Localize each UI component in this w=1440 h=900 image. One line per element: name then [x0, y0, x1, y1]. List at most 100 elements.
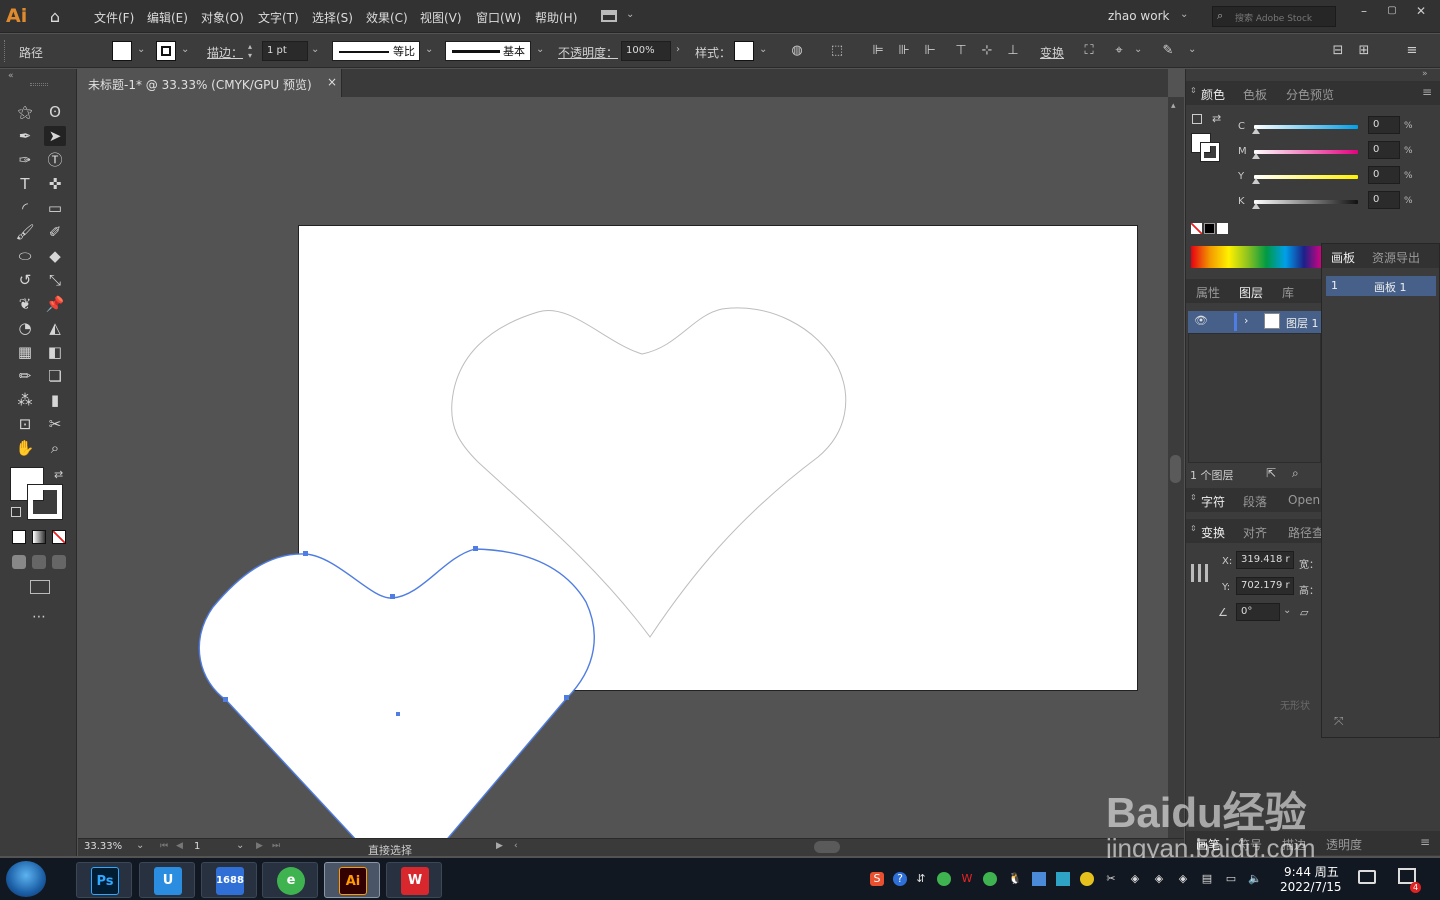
menu-file[interactable]: 文件(F) [94, 9, 134, 26]
vertical-scrollbar[interactable]: ▴ [1168, 97, 1184, 838]
blend-icon[interactable]: ❏ [44, 366, 66, 386]
more-tools-icon[interactable]: ⋯ [32, 609, 46, 625]
monitor-icon[interactable]: ▭ [1224, 872, 1238, 886]
tab-paragraph[interactable]: 段落 [1243, 493, 1267, 510]
magic-wand-icon[interactable]: ⚝ [14, 102, 36, 122]
anchor-point[interactable] [223, 697, 228, 702]
arrange-documents-icon[interactable] [601, 10, 617, 22]
scroll-up-icon[interactable]: ▴ [1171, 101, 1176, 111]
menu-edit[interactable]: 编辑(E) [147, 9, 188, 26]
tab-character[interactable]: 字符 [1201, 493, 1225, 510]
ellipse-icon[interactable]: ⬭ [14, 246, 36, 266]
chevron-down-icon[interactable]: ⌄ [1180, 9, 1188, 20]
rotate-icon[interactable]: ↺ [14, 270, 36, 290]
variable-width-profile[interactable]: 等比 [332, 41, 420, 61]
eraser-icon[interactable]: ◆ [44, 246, 66, 266]
chevron-down-icon[interactable]: ⌄ [626, 9, 634, 20]
cyan-slider[interactable] [1254, 125, 1358, 129]
chevron-down-icon[interactable]: ⌄ [536, 44, 544, 55]
default-colors-icon[interactable] [1192, 114, 1202, 124]
align-vcenter-icon[interactable]: ⊹ [979, 43, 995, 59]
chevron-down-icon[interactable]: ⌄ [137, 44, 145, 55]
tray-app-icon[interactable]: ◈ [1128, 872, 1142, 886]
scroll-left-icon[interactable]: ‹ [514, 841, 518, 851]
black-slider-handle[interactable] [1252, 203, 1260, 209]
tray-green-icon[interactable] [937, 872, 951, 886]
graphic-style-swatch[interactable] [734, 41, 754, 61]
anchor-select-icon[interactable]: ✜ [44, 174, 66, 194]
start-button[interactable] [6, 861, 46, 897]
draw-behind-icon[interactable] [32, 555, 46, 569]
close-window-button[interactable]: ✕ [1408, 4, 1434, 20]
reference-point-icon[interactable] [1191, 564, 1209, 582]
white-swatch[interactable] [1217, 223, 1228, 234]
zoom-level[interactable]: 33.33% [84, 841, 122, 852]
black-swatch[interactable] [1204, 223, 1215, 234]
anchor-point[interactable] [303, 551, 308, 556]
horizontal-scroll-thumb[interactable] [814, 841, 840, 853]
layer-name[interactable]: 图层 1 [1286, 315, 1319, 331]
x-position-input[interactable]: 319.418 r [1236, 551, 1294, 569]
pen-icon[interactable]: ✑ [14, 150, 36, 170]
menu-type[interactable]: 文字(T) [258, 9, 299, 26]
tab-transform[interactable]: 变换 [1201, 524, 1225, 541]
lasso-icon[interactable]: ʘ [44, 102, 66, 122]
y-position-input[interactable]: 702.179 r [1236, 577, 1294, 595]
tab-color[interactable]: 颜色 [1201, 86, 1225, 103]
chevron-down-icon[interactable]: ⌄ [1188, 44, 1196, 55]
taskbar-1688[interactable]: 1688 [201, 862, 257, 898]
magenta-slider[interactable] [1254, 150, 1358, 154]
scale-icon[interactable]: ⤡ [44, 270, 66, 290]
tray-app-icon[interactable] [1080, 872, 1094, 886]
yellow-slider-handle[interactable] [1252, 178, 1260, 184]
color-spectrum[interactable] [1191, 246, 1323, 268]
panel-menu-icon[interactable]: ≡ [1404, 43, 1420, 59]
tray-app-icon[interactable]: ◈ [1176, 872, 1190, 886]
column-graph-icon[interactable]: ▮ [44, 390, 66, 410]
add-anchor-icon[interactable]: ✒ [14, 126, 36, 146]
distribute-icon[interactable]: ⊞ [1356, 43, 1372, 59]
expand-panels-icon[interactable]: » [1422, 69, 1428, 79]
qq-icon[interactable]: 🐧 [1008, 872, 1022, 886]
shape-builder-icon[interactable]: ◔ [14, 318, 36, 338]
taskbar-browser[interactable]: e [262, 862, 318, 898]
notification-icon[interactable] [1358, 870, 1376, 884]
artboard-number[interactable]: 1 [194, 841, 200, 852]
opacity-label[interactable]: 不透明度： [558, 44, 618, 61]
stroke-stepper[interactable]: ▴ ▾ [248, 42, 258, 60]
rearrange-icon[interactable]: ⤧ [1334, 714, 1344, 729]
align-left-icon[interactable]: ⊫ [870, 43, 886, 59]
chevron-down-icon[interactable]: ⌄ [181, 44, 189, 55]
volume-icon[interactable]: 🔈 [1248, 872, 1262, 886]
layer-row[interactable]: 👁 › 图层 1 [1188, 311, 1321, 333]
tab-layers[interactable]: 图层 [1239, 284, 1263, 301]
tab-asset-export[interactable]: 资源导出 [1372, 249, 1420, 266]
stock-search-box[interactable]: ⌕ 搜索 Adobe Stock [1212, 6, 1336, 27]
tray-app-icon[interactable]: ◈ [1152, 872, 1166, 886]
stroke-label[interactable]: 描边： [207, 44, 243, 61]
default-colors-icon[interactable] [11, 507, 21, 517]
visibility-eye-icon[interactable]: 👁 [1194, 314, 1208, 327]
tab-pathfinder[interactable]: 路径查 [1288, 524, 1324, 541]
tab-align[interactable]: 对齐 [1243, 524, 1267, 541]
mesh-icon[interactable]: ▦ [14, 342, 36, 362]
panel-menu-icon[interactable]: ≡ [1422, 85, 1432, 99]
scroll-thumb[interactable] [1170, 455, 1181, 483]
anchor-point[interactable] [473, 546, 478, 551]
direct-selection-icon[interactable]: ➤ [44, 126, 66, 146]
align-to-icon[interactable]: ⬚ [829, 43, 845, 59]
align-panel-icon[interactable]: ⊟ [1330, 43, 1346, 59]
slice-icon[interactable]: ✂ [44, 414, 66, 434]
chevron-right-icon[interactable]: › [676, 44, 680, 55]
align-hcenter-icon[interactable]: ⊪ [896, 43, 912, 59]
recolor-artwork-icon[interactable]: ◍ [789, 43, 805, 59]
type-icon[interactable]: T [14, 174, 36, 194]
rectangle-icon[interactable]: ▭ [44, 198, 66, 218]
touch-type-icon[interactable]: Ⓣ [44, 150, 66, 170]
menu-help[interactable]: 帮助(H) [535, 9, 577, 26]
home-icon[interactable]: ⌂ [46, 8, 64, 26]
panel-collapse-icon[interactable]: ⇕ [1190, 493, 1197, 502]
panel-collapse-icon[interactable]: ⇕ [1190, 524, 1197, 533]
tab-libraries[interactable]: 库 [1282, 284, 1294, 301]
draw-normal-icon[interactable] [12, 555, 26, 569]
